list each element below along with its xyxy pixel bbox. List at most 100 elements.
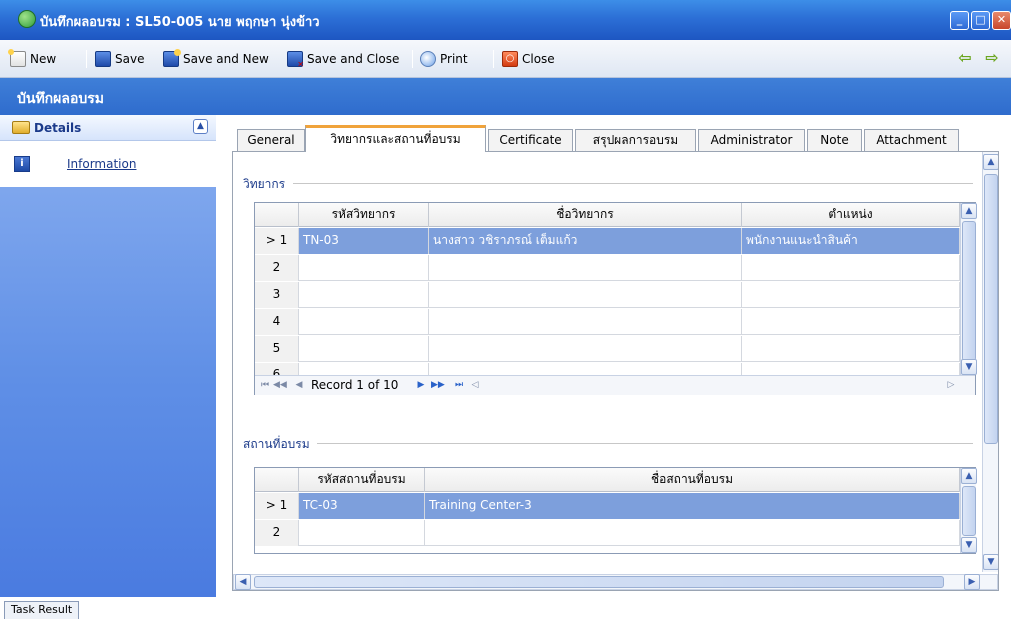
scroll-left-icon[interactable]: ◀ xyxy=(235,574,251,590)
tab-note[interactable]: Note xyxy=(807,129,862,151)
save-button[interactable]: Save xyxy=(95,49,144,69)
header-band: บันทึกผลอบรม xyxy=(0,78,1011,115)
maximize-button[interactable]: □ xyxy=(971,11,990,30)
save-label: Save xyxy=(115,52,145,66)
table-row[interactable]: 3 xyxy=(255,282,960,308)
task-result-tab[interactable]: Task Result xyxy=(4,601,80,619)
trainer-code-cell[interactable]: TN-03 xyxy=(299,228,429,254)
venue-code-cell[interactable] xyxy=(299,520,425,546)
tab-certificate[interactable]: Certificate xyxy=(488,129,573,151)
trainer-position-cell[interactable] xyxy=(742,255,960,281)
trainer-name-cell[interactable] xyxy=(429,282,742,308)
minimize-button[interactable]: _ xyxy=(950,11,969,30)
trainer-code-cell[interactable] xyxy=(299,309,429,335)
trainer-name-cell[interactable]: นางสาว วชิราภรณ์ เต็มแก้ว xyxy=(429,228,742,254)
save-and-close-icon xyxy=(287,51,304,69)
row-number-cell: 2 xyxy=(255,520,299,546)
print-button[interactable]: Print xyxy=(420,49,468,69)
venue-code-cell[interactable]: TC-03 xyxy=(299,493,425,519)
tab-trainers-and-venues[interactable]: วิทยากรและสถานที่อบรม xyxy=(305,125,486,152)
scroll-down-icon[interactable]: ▼ xyxy=(961,359,977,375)
column-header[interactable]: รหัสสถานที่อบรม xyxy=(299,468,425,492)
trainers-vertical-scrollbar[interactable]: ▲ ▼ xyxy=(960,203,977,375)
tab-general[interactable]: General xyxy=(237,129,305,151)
sidebar: Details ▲ i Information xyxy=(0,115,216,597)
column-header[interactable]: ชื่อสถานที่อบรม xyxy=(425,468,960,492)
trainer-position-cell[interactable] xyxy=(742,282,960,308)
table-row[interactable]: 6 xyxy=(255,363,960,375)
trainer-code-cell[interactable] xyxy=(299,363,429,375)
collapse-chevron-up-icon[interactable]: ▲ xyxy=(193,119,208,134)
details-section-header[interactable]: Details ▲ xyxy=(0,115,216,141)
close-window-button[interactable]: ✕ xyxy=(992,11,1011,30)
sidebar-item-information[interactable]: Information xyxy=(67,157,136,171)
table-row[interactable]: 2 xyxy=(255,520,960,546)
trainer-name-cell[interactable] xyxy=(429,255,742,281)
scroll-up-icon[interactable]: ▲ xyxy=(961,203,977,219)
folder-icon xyxy=(12,121,30,134)
row-number-cell: > 1 xyxy=(255,228,299,254)
trainer-name-cell[interactable] xyxy=(429,363,742,375)
tab-training-summary[interactable]: สรุปผลการอบรม xyxy=(575,129,696,151)
scroll-left-icon[interactable]: ◁ xyxy=(469,378,481,392)
save-and-close-button[interactable]: Save and Close xyxy=(287,49,399,69)
first-record-icon[interactable]: ⏮ xyxy=(259,378,271,392)
row-number-cell: 6 xyxy=(255,363,299,375)
tab-attachment[interactable]: Attachment xyxy=(864,129,959,151)
scroll-thumb[interactable] xyxy=(254,576,944,588)
trainer-name-cell[interactable] xyxy=(429,309,742,335)
new-button[interactable]: New xyxy=(8,49,56,69)
trainer-position-cell[interactable] xyxy=(742,336,960,362)
column-header[interactable]: รหัสวิทยากร xyxy=(299,203,429,227)
table-row[interactable]: 4 xyxy=(255,309,960,335)
save-icon xyxy=(95,51,111,67)
save-and-new-icon xyxy=(163,49,181,67)
row-number-cell: 4 xyxy=(255,309,299,335)
panel-horizontal-scrollbar[interactable]: ◀ ▶ xyxy=(233,574,998,590)
tab-panel-trainers-venues: วิทยากร รหัสวิทยากร ชื่อวิทยากร ตำแหน่ง … xyxy=(232,151,999,591)
toolbar-separator xyxy=(86,50,87,68)
tab-administrator[interactable]: Administrator xyxy=(698,129,805,151)
venue-name-cell[interactable]: Training Center-3 xyxy=(425,493,960,519)
venue-name-cell[interactable] xyxy=(425,520,960,546)
save-and-new-button[interactable]: Save and New xyxy=(163,49,269,69)
panel-vertical-scrollbar[interactable]: ▲ ▼ xyxy=(982,152,998,572)
previous-page-icon[interactable]: ◀◀ xyxy=(273,378,287,392)
scroll-thumb[interactable] xyxy=(962,486,976,536)
toolbar-separator xyxy=(412,50,413,68)
save-and-new-label: Save and New xyxy=(183,52,269,66)
table-row[interactable]: 5 xyxy=(255,336,960,362)
column-header[interactable]: ชื่อวิทยากร xyxy=(429,203,742,227)
table-row[interactable]: > 1 TN-03 นางสาว วชิราภรณ์ เต็มแก้ว พนัก… xyxy=(255,228,960,254)
close-icon: ○ xyxy=(502,51,518,67)
trainer-position-cell[interactable] xyxy=(742,309,960,335)
table-row[interactable]: > 1 TC-03 Training Center-3 xyxy=(255,493,960,519)
scroll-thumb[interactable] xyxy=(984,174,998,444)
trainer-code-cell[interactable] xyxy=(299,255,429,281)
scroll-right-icon[interactable]: ▷ xyxy=(945,378,957,392)
next-record-icon[interactable]: ▶ xyxy=(415,378,427,392)
trainer-position-cell[interactable] xyxy=(742,363,960,375)
trainer-code-cell[interactable] xyxy=(299,336,429,362)
column-header[interactable]: ตำแหน่ง xyxy=(742,203,960,227)
scroll-down-icon[interactable]: ▼ xyxy=(961,537,977,553)
close-button[interactable]: ○ Close xyxy=(502,49,555,69)
trainers-grid: รหัสวิทยากร ชื่อวิทยากร ตำแหน่ง > 1 TN-0… xyxy=(254,202,977,395)
scroll-right-icon[interactable]: ▶ xyxy=(964,574,980,590)
last-record-icon[interactable]: ⏭ xyxy=(453,378,465,392)
previous-record-icon[interactable]: ◀ xyxy=(293,378,305,392)
table-row[interactable]: 2 xyxy=(255,255,960,281)
page-title: บันทึกผลอบรม xyxy=(17,91,104,107)
scroll-up-icon[interactable]: ▲ xyxy=(961,468,977,484)
scroll-up-icon[interactable]: ▲ xyxy=(983,154,998,170)
scroll-down-icon[interactable]: ▼ xyxy=(983,554,998,570)
trainer-code-cell[interactable] xyxy=(299,282,429,308)
scroll-thumb[interactable] xyxy=(962,221,976,361)
trainer-position-cell[interactable]: พนักงานแนะนำสินค้า xyxy=(742,228,960,254)
trainer-name-cell[interactable] xyxy=(429,336,742,362)
back-arrow-icon[interactable]: ⇦ xyxy=(955,50,975,66)
next-page-icon[interactable]: ▶▶ xyxy=(431,378,445,392)
forward-arrow-icon[interactable]: ⇨ xyxy=(982,50,1002,66)
row-number-cell: > 1 xyxy=(255,493,299,519)
venues-vertical-scrollbar[interactable]: ▲ ▼ xyxy=(960,468,977,553)
